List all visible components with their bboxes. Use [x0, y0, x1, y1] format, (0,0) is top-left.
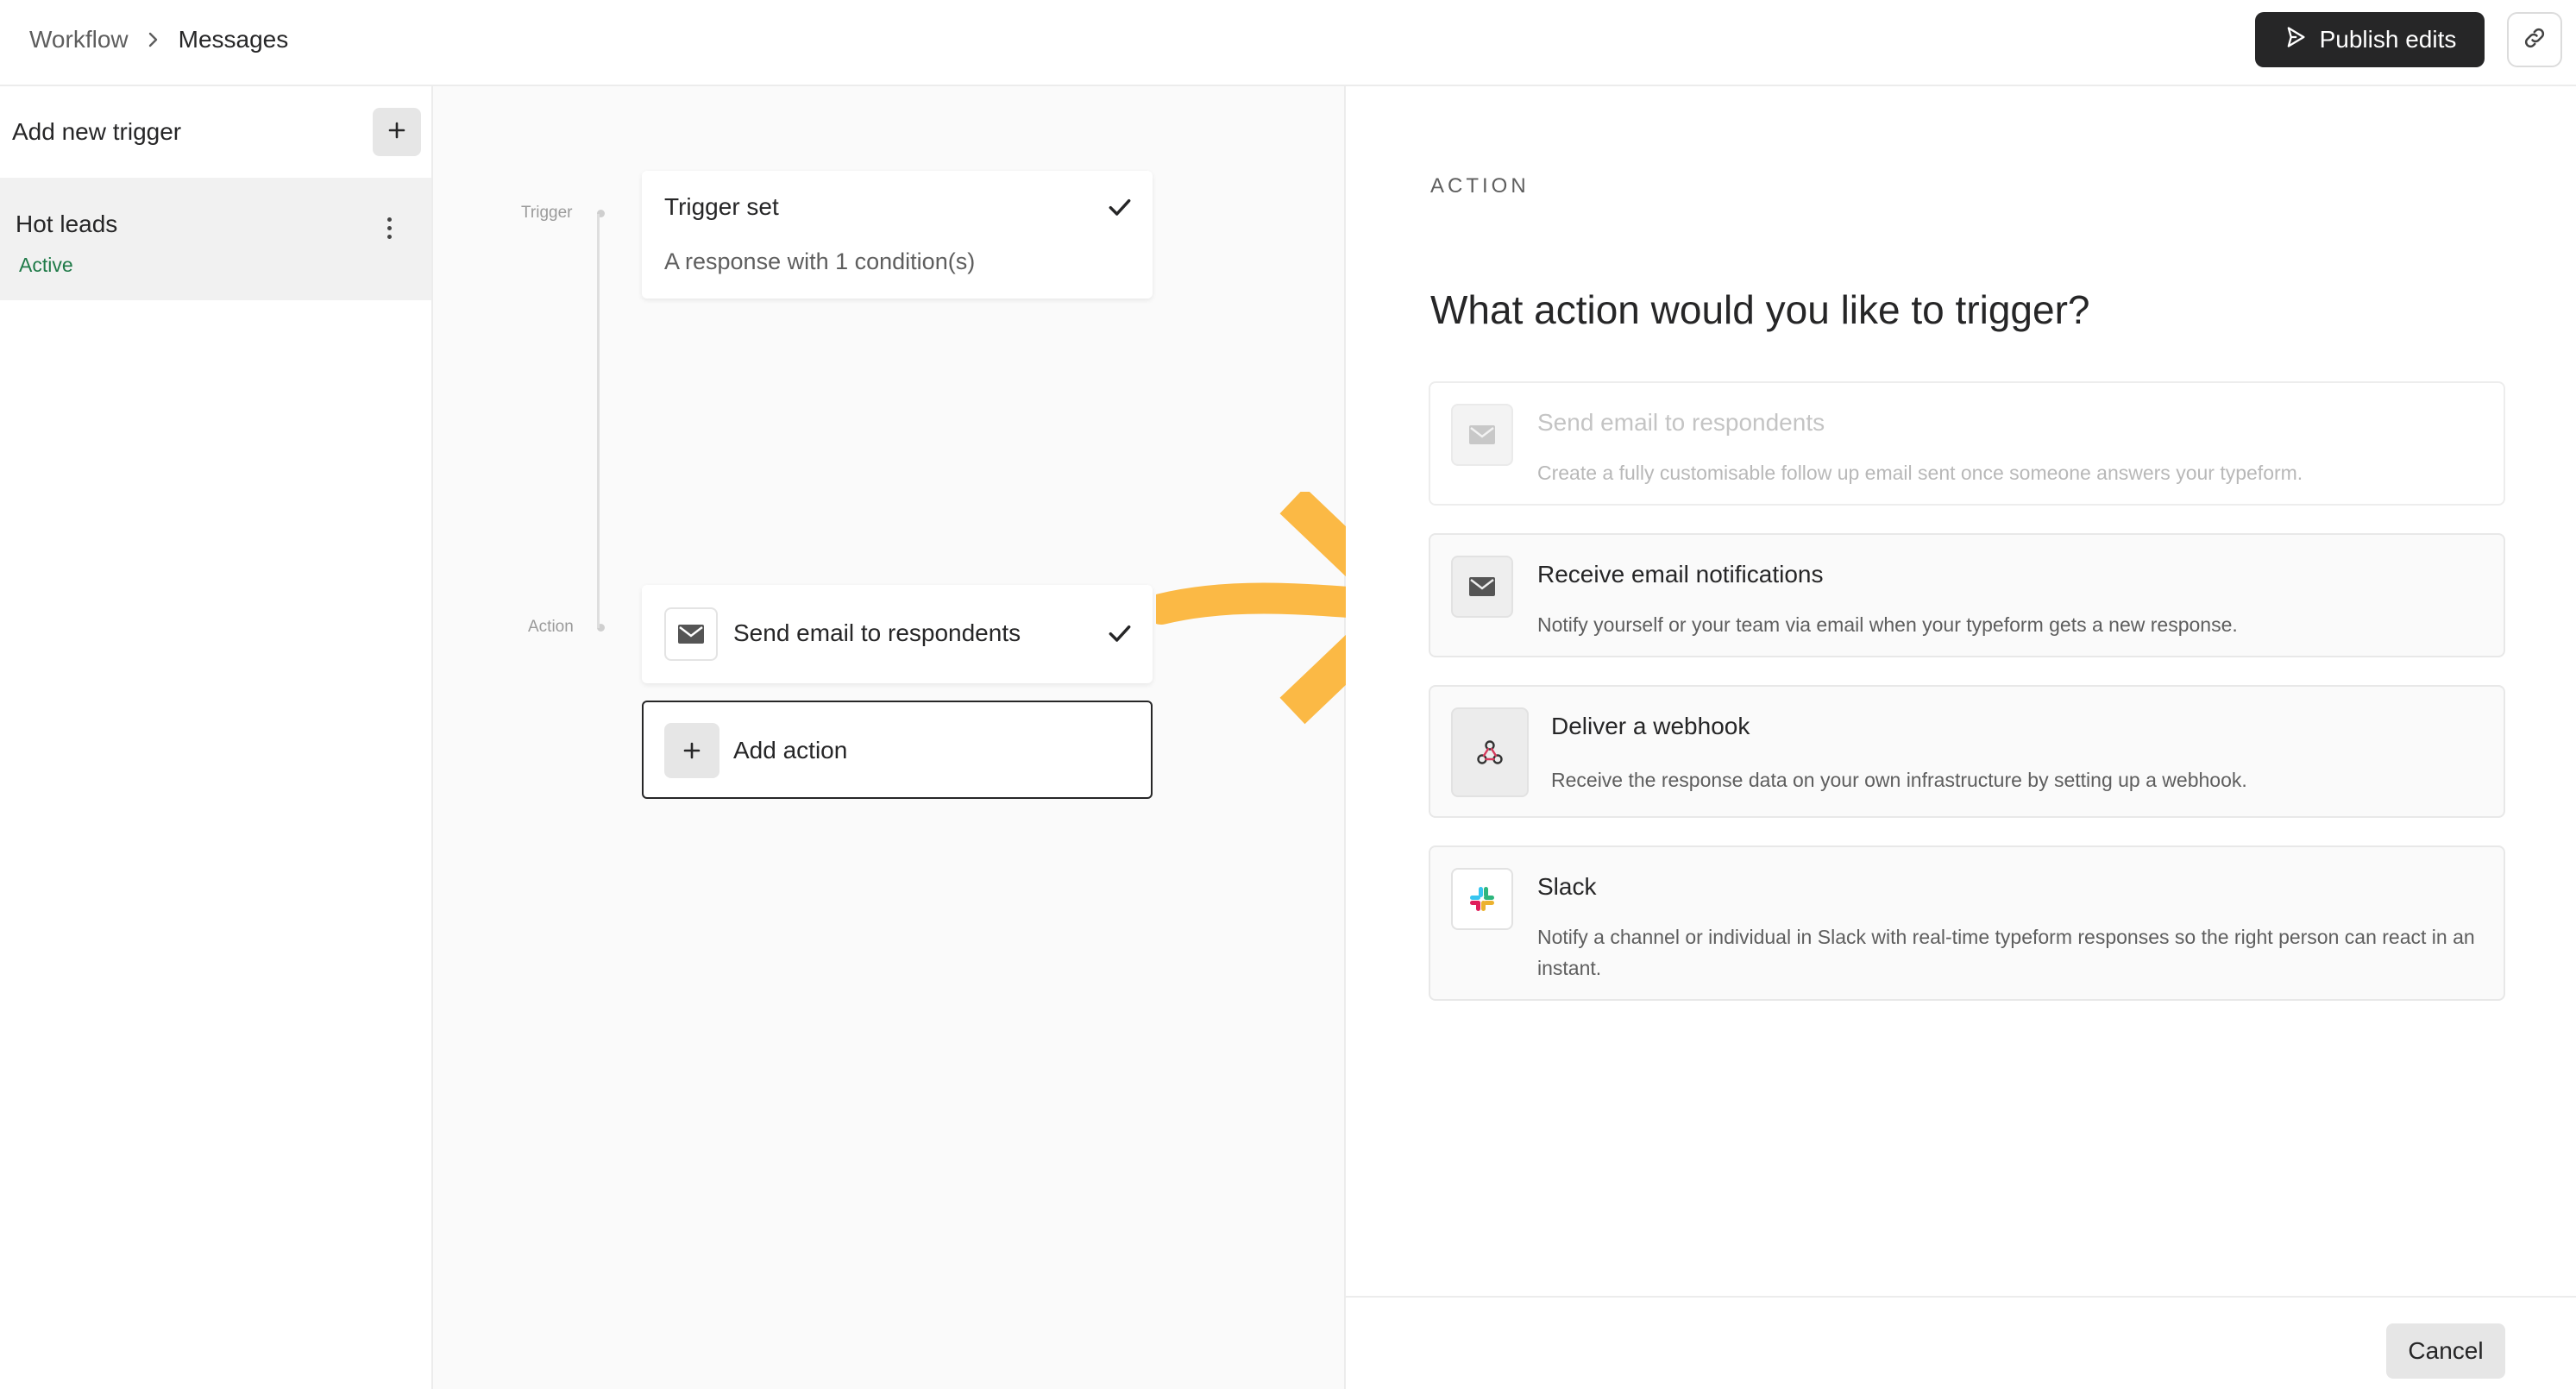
plus-icon	[387, 121, 406, 144]
option-title: Deliver a webhook	[1551, 713, 1750, 739]
status-badge: Active	[19, 254, 73, 276]
option-title: Slack	[1537, 873, 1597, 900]
option-slack[interactable]: Slack Notify a channel or individual in …	[1429, 845, 2505, 1001]
trigger-name: Hot leads	[16, 211, 118, 237]
option-description: Receive the response data on your own in…	[1551, 769, 2247, 791]
trigger-card-title: Trigger set	[664, 193, 779, 220]
option-title: Receive email notifications	[1537, 561, 1824, 588]
checkmark-icon	[1106, 193, 1134, 225]
breadcrumb-current: Messages	[178, 26, 289, 53]
panel-footer-divider	[1346, 1296, 2576, 1298]
send-icon	[2284, 25, 2308, 55]
panel-heading: What action would you like to trigger?	[1430, 287, 2090, 332]
envelope-icon	[1451, 404, 1513, 466]
trigger-set-card[interactable]: Trigger set A response with 1 condition(…	[642, 171, 1153, 299]
action-card-title: Send email to respondents	[733, 619, 1021, 646]
triggers-sidebar: Add new trigger Hot leads Active	[0, 86, 433, 1389]
publish-edits-button[interactable]: Publish edits	[2255, 12, 2485, 67]
sidebar-item-hot-leads[interactable]: Hot leads Active	[0, 178, 431, 300]
option-title: Send email to respondents	[1537, 409, 1825, 436]
action-panel: ACTION What action would you like to tri…	[1346, 86, 2576, 1389]
chevron-right-icon	[148, 31, 160, 48]
option-description: Notify yourself or your team via email w…	[1537, 613, 2238, 636]
plus-icon	[664, 723, 719, 778]
option-description: Notify a channel or individual in Slack …	[1537, 926, 2475, 979]
sidebar-title: Add new trigger	[12, 118, 182, 145]
option-receive-email-notifications[interactable]: Receive email notifications Notify yours…	[1429, 533, 2505, 657]
flow-connector-line	[597, 214, 600, 628]
flow-label-trigger: Trigger	[521, 204, 573, 222]
copy-link-button[interactable]	[2507, 12, 2562, 67]
top-bar: Workflow Messages Publish edits	[0, 0, 2576, 86]
add-trigger-button[interactable]	[373, 108, 421, 156]
webhook-icon	[1451, 707, 1529, 797]
panel-eyebrow: ACTION	[1430, 174, 1530, 198]
envelope-icon	[664, 607, 718, 661]
link-icon	[2522, 25, 2548, 55]
breadcrumb-workflow-link[interactable]: Workflow	[29, 26, 129, 53]
send-email-action-card[interactable]: Send email to respondents	[642, 585, 1153, 683]
trigger-card-subtitle: A response with 1 condition(s)	[664, 248, 976, 274]
checkmark-icon	[1106, 619, 1134, 651]
add-action-label: Add action	[733, 737, 848, 764]
cancel-button[interactable]: Cancel	[2386, 1323, 2505, 1379]
publish-edits-label: Publish edits	[2319, 26, 2457, 53]
option-send-email-to-respondents: Send email to respondents Create a fully…	[1429, 381, 2505, 506]
flow-label-action: Action	[528, 618, 574, 636]
sidebar-header: Add new trigger	[12, 86, 421, 178]
breadcrumb: Workflow Messages	[29, 0, 288, 79]
add-action-button[interactable]: Add action	[642, 701, 1153, 799]
envelope-icon	[1451, 556, 1513, 618]
option-deliver-a-webhook[interactable]: Deliver a webhook Receive the response d…	[1429, 685, 2505, 818]
more-options-icon[interactable]	[376, 209, 402, 247]
option-description: Create a fully customisable follow up em…	[1537, 462, 2303, 484]
slack-icon	[1451, 868, 1513, 930]
